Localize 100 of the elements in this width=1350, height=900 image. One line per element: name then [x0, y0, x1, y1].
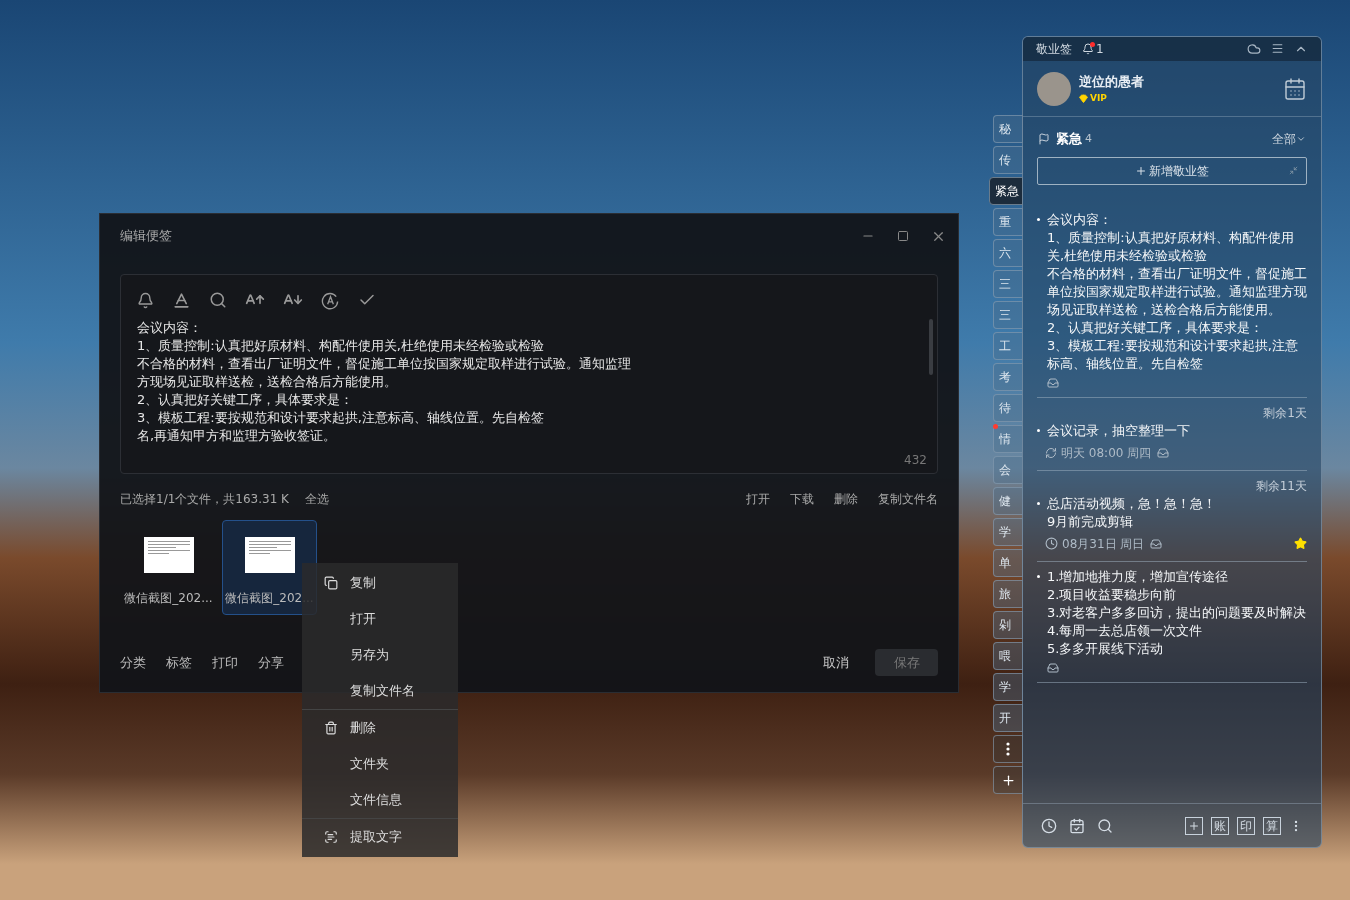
note-text: 会议内容：	[1047, 210, 1113, 229]
note-card[interactable]: 剩余1天 会议记录，抽空整理一下 明天 08:00 周四	[1037, 397, 1307, 471]
note-text-line: 1、质量控制:认真把好原材料、构配件使用关,杜绝使用未经检验或检验	[137, 337, 544, 355]
image-thumbnail	[143, 537, 194, 573]
image-thumbnail	[244, 537, 295, 573]
note-card[interactable]: 会议内容： 1、质量控制:认真把好原材料、构配件使用关,杜绝使用未经检验或检验 不合格的材料，查看出厂证明文件，督促施工单位按国家规定取样进行试验。通知监理方现场见证取样送检，送检合格后方能使用。 2、认真把好关键工序，具体要求是： 3、模板工程:要按规范和设计要求起拱,注意标高、轴线位置。先自检签	[1037, 204, 1307, 398]
category-tab[interactable]: 六	[993, 239, 1023, 267]
category-tab[interactable]: 开	[993, 704, 1023, 732]
cancel-button[interactable]: 取消	[823, 652, 849, 673]
category-tab[interactable]: 三	[993, 270, 1023, 298]
attachment-icon	[1157, 446, 1170, 459]
menu-item[interactable]: 另存为	[302, 637, 458, 673]
add-tab-button[interactable]	[993, 766, 1023, 794]
file-action-link[interactable]: 删除	[834, 490, 858, 508]
maximize-icon[interactable]	[897, 230, 909, 242]
due-label: 剩余11天	[1255, 477, 1307, 495]
note-text: 5.多多开展线下活动	[1047, 639, 1165, 658]
action-link[interactable]: 分享	[258, 652, 284, 673]
calendar-icon[interactable]	[1283, 76, 1307, 101]
file-action-link[interactable]: 打开	[746, 490, 770, 508]
category-tab[interactable]: 情	[993, 425, 1023, 453]
note-text: 2、认真把好关键工序，具体要求是：	[1047, 318, 1265, 337]
category-tab[interactable]: 三	[993, 301, 1023, 329]
menu-item[interactable]: 提取文字	[302, 819, 458, 855]
search-icon[interactable]	[209, 291, 227, 309]
category-tab[interactable]: 剁	[993, 611, 1023, 639]
search-icon[interactable]	[1097, 817, 1113, 834]
plus-icon	[1135, 164, 1147, 177]
trash-icon	[324, 721, 338, 735]
file-action-link[interactable]: 下载	[790, 490, 814, 508]
copy-icon	[324, 576, 338, 590]
text-scan-icon	[324, 830, 338, 844]
tool-button[interactable]: 印	[1237, 816, 1255, 835]
plus-icon	[1000, 772, 1016, 788]
add-note-button[interactable]: 新增敬业签	[1037, 156, 1307, 185]
selection-info: 已选择1/1个文件，共163.31 K	[120, 491, 289, 508]
menu-item[interactable]: 文件信息	[302, 782, 458, 818]
category-tab[interactable]: 待	[993, 394, 1023, 422]
note-text: 4.每周一去总店领一次文件	[1047, 621, 1204, 640]
tool-button[interactable]: 账	[1211, 816, 1229, 835]
category-tab[interactable]: 秘	[993, 115, 1023, 143]
calendar-check-icon[interactable]	[1069, 817, 1085, 834]
character-count: 432	[904, 452, 927, 469]
more-tabs-button[interactable]	[993, 735, 1023, 763]
circled-letter-icon[interactable]	[321, 290, 340, 310]
bell-icon[interactable]	[1082, 43, 1094, 55]
note-text-line: 2、认真把好关键工序，具体要求是：	[137, 391, 354, 409]
filter-dropdown[interactable]: 全部	[1272, 129, 1306, 148]
menu-icon[interactable]	[1271, 42, 1284, 55]
text-color-icon[interactable]	[172, 290, 191, 310]
category-tab[interactable]: 传	[993, 146, 1023, 174]
tool-button[interactable]: 算	[1263, 816, 1281, 835]
menu-item[interactable]: 文件夹	[302, 746, 458, 782]
vip-label: VIP	[1090, 91, 1107, 105]
category-tab[interactable]: 喂	[993, 642, 1023, 670]
bell-icon[interactable]	[137, 291, 154, 309]
shrink-icon[interactable]	[1289, 166, 1298, 175]
cloud-icon[interactable]	[1247, 42, 1261, 56]
note-card[interactable]: 1.增加地推力度，增加宣传途径 2.项目收益要稳步向前 3.对老客户多多回访，提出的问题要及时解决 4.每周一去总店领一次文件 5.多多开展线下活动	[1037, 561, 1307, 683]
action-link[interactable]: 标签	[166, 652, 192, 673]
attachment-icon	[1150, 537, 1163, 550]
note-text-line: 名,再通知甲方和监理方验收签证。	[137, 427, 337, 445]
category-tab[interactable]: 紧急	[989, 177, 1023, 205]
category-tab[interactable]: 考	[993, 363, 1023, 391]
category-tab[interactable]: 重	[993, 208, 1023, 236]
note-text: 3、模板工程:要按规范和设计要求起拱,注意标高、轴线位置。先自检签	[1047, 336, 1299, 373]
note-text-line: 方现场见证取样送检，送检合格后方能使用。	[137, 373, 397, 391]
file-action-link[interactable]: 复制文件名	[878, 490, 938, 508]
menu-item[interactable]: 复制文件名	[302, 673, 458, 709]
attachment-icon	[1047, 376, 1059, 389]
note-text: 9月前完成剪辑	[1047, 512, 1135, 531]
category-tab[interactable]: 会	[993, 456, 1023, 484]
category-tab[interactable]: 学	[993, 673, 1023, 701]
action-link[interactable]: 打印	[212, 652, 238, 673]
reminder-time: 08月31日 周日	[1062, 535, 1145, 553]
star-icon[interactable]	[1294, 537, 1307, 550]
file-tile[interactable]: 微信截图_202...	[222, 520, 317, 615]
category-tab[interactable]: 学	[993, 518, 1023, 546]
category-tab[interactable]: 旅	[993, 580, 1023, 608]
category-tab[interactable]: 工	[993, 332, 1023, 360]
note-text: 3.对老客户多多回访，提出的问题要及时解决	[1047, 603, 1307, 622]
attachment-icon	[1047, 661, 1059, 674]
select-all-link[interactable]: 全选	[305, 490, 329, 508]
note-text: 1.增加地推力度，增加宣传途径	[1047, 567, 1230, 586]
plus-icon	[1188, 819, 1200, 832]
add-tool-button[interactable]	[1185, 816, 1203, 835]
app-name: 敬业签	[1036, 41, 1072, 58]
category-tab[interactable]: 健	[993, 487, 1023, 515]
note-text: 2.项目收益要稳步向前	[1047, 585, 1178, 604]
action-link[interactable]: 分类	[120, 652, 146, 673]
menu-item[interactable]: 删除	[302, 710, 458, 746]
user-name: 逆位的愚者	[1079, 73, 1144, 91]
repeat-icon	[1045, 446, 1057, 459]
category-tab[interactable]: 单	[993, 549, 1023, 577]
bullet-icon	[1037, 217, 1040, 221]
avatar	[1037, 71, 1071, 106]
note-editor[interactable]: 会议内容： 1、质量控制:认真把好原材料、构配件使用关,杜绝使用未经检验或检验 不合格的材料，查看出厂证明文件，督促施工单位按国家规定取样进行试验。通知监理 方现场见证取样送检，送检合格后方能使用。 2、认真把好关键工序，具体要求是： 3、模板工程:要按规范和设计要求起拱,注意标高、轴线位置。先自检签 名,再通知甲方和监理方验收签证。 432	[120, 274, 938, 474]
file-tile[interactable]: 微信截图_202...	[121, 520, 216, 615]
note-card[interactable]: 剩余11天 总店活动视频，急！急！急！ 9月前完成剪辑 08月31日 周日	[1037, 470, 1307, 562]
clock-icon[interactable]	[1041, 817, 1057, 834]
